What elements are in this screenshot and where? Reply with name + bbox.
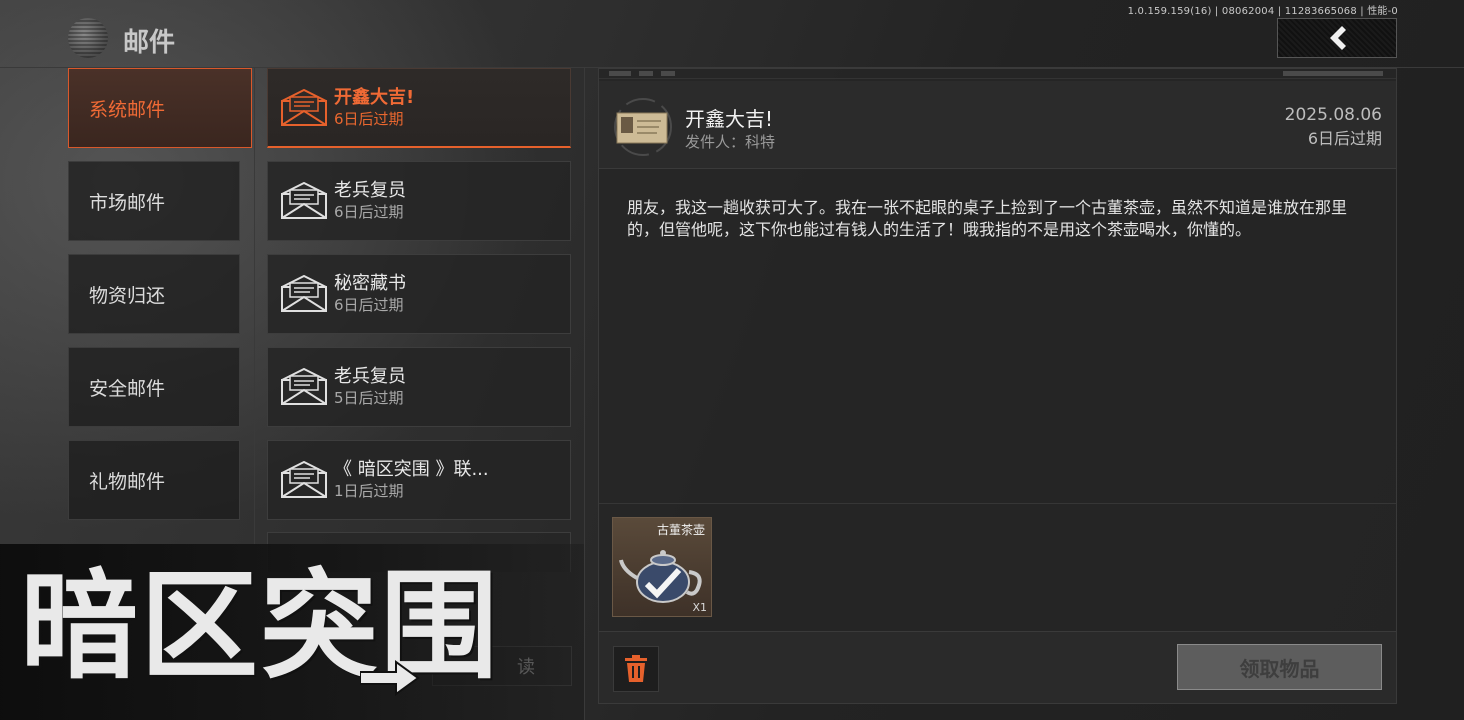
mail-title: 《 暗区突围 》联... [334, 459, 489, 480]
mail-detail-expiry: 6日后过期 [1307, 129, 1382, 148]
divider [584, 68, 585, 720]
mail-title: 老兵复员 [334, 180, 406, 201]
mail-title: 老兵复员 [334, 366, 406, 387]
mail-detail-title: 开鑫大吉! [685, 107, 774, 131]
category-label: 系统邮件 [89, 98, 166, 121]
chevron-left-icon [1330, 26, 1346, 50]
mail-expiry: 6日后过期 [334, 296, 404, 314]
mail-sender: 发件人：科特 [685, 133, 776, 151]
mail-expiry: 5日后过期 [334, 389, 404, 407]
envelope-icon [281, 182, 327, 219]
envelope-icon [281, 461, 327, 498]
envelope-icon [281, 368, 327, 405]
category-system-mail[interactable]: 系统邮件 [68, 68, 252, 148]
category-supply-return[interactable]: 物资归还 [68, 254, 240, 334]
mail-date: 2025.08.06 [1284, 105, 1382, 125]
version-info: 1.0.159.159(16) | 08062004 | 11283665068… [1127, 6, 1398, 17]
decorative-strip [599, 69, 1396, 79]
attachment-quantity: X1 [692, 601, 707, 614]
attachment-item[interactable]: 古董茶壶 X1 [612, 517, 712, 617]
mail-body: 朋友，我这一趟收获可大了。我在一张不起眼的桌子上捡到了一个古董茶壶，虽然不知道是… [627, 198, 1348, 239]
category-label: 物资归还 [89, 284, 166, 307]
claim-label: 领取物品 [1239, 656, 1320, 681]
trash-icon [625, 655, 647, 682]
divider [599, 503, 1396, 504]
mail-item[interactable]: 《 暗区突围 》联... 1日后过期 [267, 440, 571, 520]
mail-title: 秘密藏书 [334, 273, 406, 294]
back-button[interactable] [1277, 18, 1397, 58]
envelope-icon [281, 275, 327, 312]
mail-item[interactable]: 老兵复员 6日后过期 [267, 161, 571, 241]
top-bar: 邮件 1.0.159.159(16) | 08062004 | 11283665… [0, 0, 1464, 68]
mail-title: 开鑫大吉! [334, 86, 415, 108]
category-label: 市场邮件 [89, 191, 166, 214]
game-logo: 暗区突围 [20, 557, 501, 695]
divider [254, 68, 255, 544]
envelope-icon [281, 88, 327, 126]
category-label: 礼物邮件 [89, 470, 166, 493]
mail-item[interactable]: 老兵复员 5日后过期 [267, 347, 571, 427]
delete-button[interactable] [613, 646, 659, 692]
mail-item[interactable]: 开鑫大吉! 6日后过期 [267, 68, 571, 148]
globe-icon [68, 18, 108, 58]
mail-expiry: 6日后过期 [334, 203, 404, 221]
letter-icon [614, 98, 672, 156]
mail-item[interactable]: 秘密藏书 6日后过期 [267, 254, 571, 334]
mail-expiry: 6日后过期 [334, 109, 404, 128]
mail-header: 开鑫大吉! 发件人：科特 2025.08.06 6日后过期 [599, 81, 1396, 169]
attachment-name: 古董茶壶 [656, 523, 705, 537]
claim-items-button[interactable]: 领取物品 [1177, 644, 1382, 690]
page-title: 邮件 [123, 28, 176, 58]
category-market-mail[interactable]: 市场邮件 [68, 161, 240, 241]
arrow-icon [360, 660, 420, 696]
category-security-mail[interactable]: 安全邮件 [68, 347, 240, 427]
detail-footer: 领取物品 [599, 631, 1396, 703]
category-gift-mail[interactable]: 礼物邮件 [68, 440, 240, 520]
mail-detail-panel: 开鑫大吉! 发件人：科特 2025.08.06 6日后过期 朋友，我这一趟收获可… [598, 68, 1397, 704]
category-label: 安全邮件 [89, 377, 166, 400]
teapot-icon [619, 550, 702, 603]
mail-expiry: 1日后过期 [334, 482, 404, 500]
